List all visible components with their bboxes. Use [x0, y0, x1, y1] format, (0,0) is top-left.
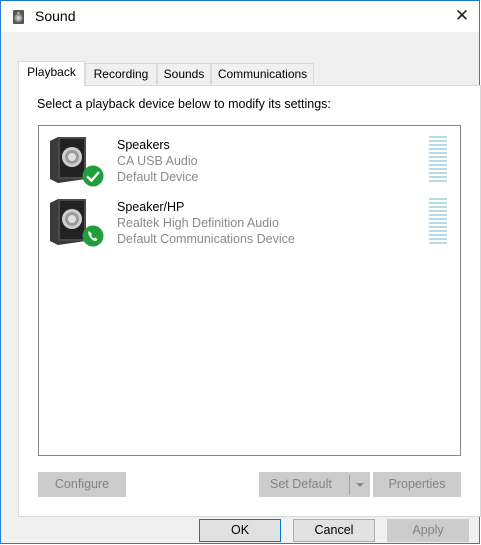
phone-badge-icon [82, 225, 104, 247]
level-meter [429, 136, 447, 184]
device-name: Speaker/HP [117, 200, 185, 214]
level-meter [429, 198, 447, 246]
list-item-speaker-hp[interactable]: Speaker/HP Realtek High Definition Audio… [39, 188, 460, 247]
tab-playback[interactable]: Playback [18, 61, 85, 86]
apply-button[interactable]: Apply [387, 519, 469, 542]
close-button[interactable]: ✕ [445, 1, 479, 32]
speaker-icon [13, 10, 24, 24]
window-title: Sound [35, 8, 76, 24]
properties-button[interactable]: Properties [373, 472, 461, 497]
device-list[interactable]: Speakers CA USB Audio Default Device Spe… [38, 125, 461, 456]
set-default-label: Set Default [270, 477, 332, 491]
device-driver: Realtek High Definition Audio [117, 216, 279, 230]
tab-sounds[interactable]: Sounds [157, 63, 211, 84]
device-status: Default Device [117, 170, 199, 184]
device-driver: CA USB Audio [117, 154, 198, 168]
title-bar[interactable]: Sound ✕ [1, 1, 479, 32]
cancel-button[interactable]: Cancel [293, 519, 375, 542]
device-name: Speakers [117, 138, 170, 152]
playback-panel: Select a playback device below to modify… [18, 85, 481, 517]
configure-button[interactable]: Configure [38, 472, 126, 497]
tab-communications[interactable]: Communications [211, 63, 314, 84]
check-badge-icon [82, 165, 104, 187]
instruction-text: Select a playback device below to modify… [37, 97, 331, 111]
set-default-button[interactable]: Set Default [259, 472, 370, 497]
tab-recording[interactable]: Recording [85, 63, 157, 84]
device-status: Default Communications Device [117, 232, 295, 246]
chevron-down-icon[interactable] [349, 475, 369, 495]
ok-button[interactable]: OK [199, 519, 281, 542]
sound-dialog: Sound ✕ Playback Recording Sounds Commun… [0, 0, 481, 544]
list-item-speakers[interactable]: Speakers CA USB Audio Default Device [39, 126, 460, 187]
